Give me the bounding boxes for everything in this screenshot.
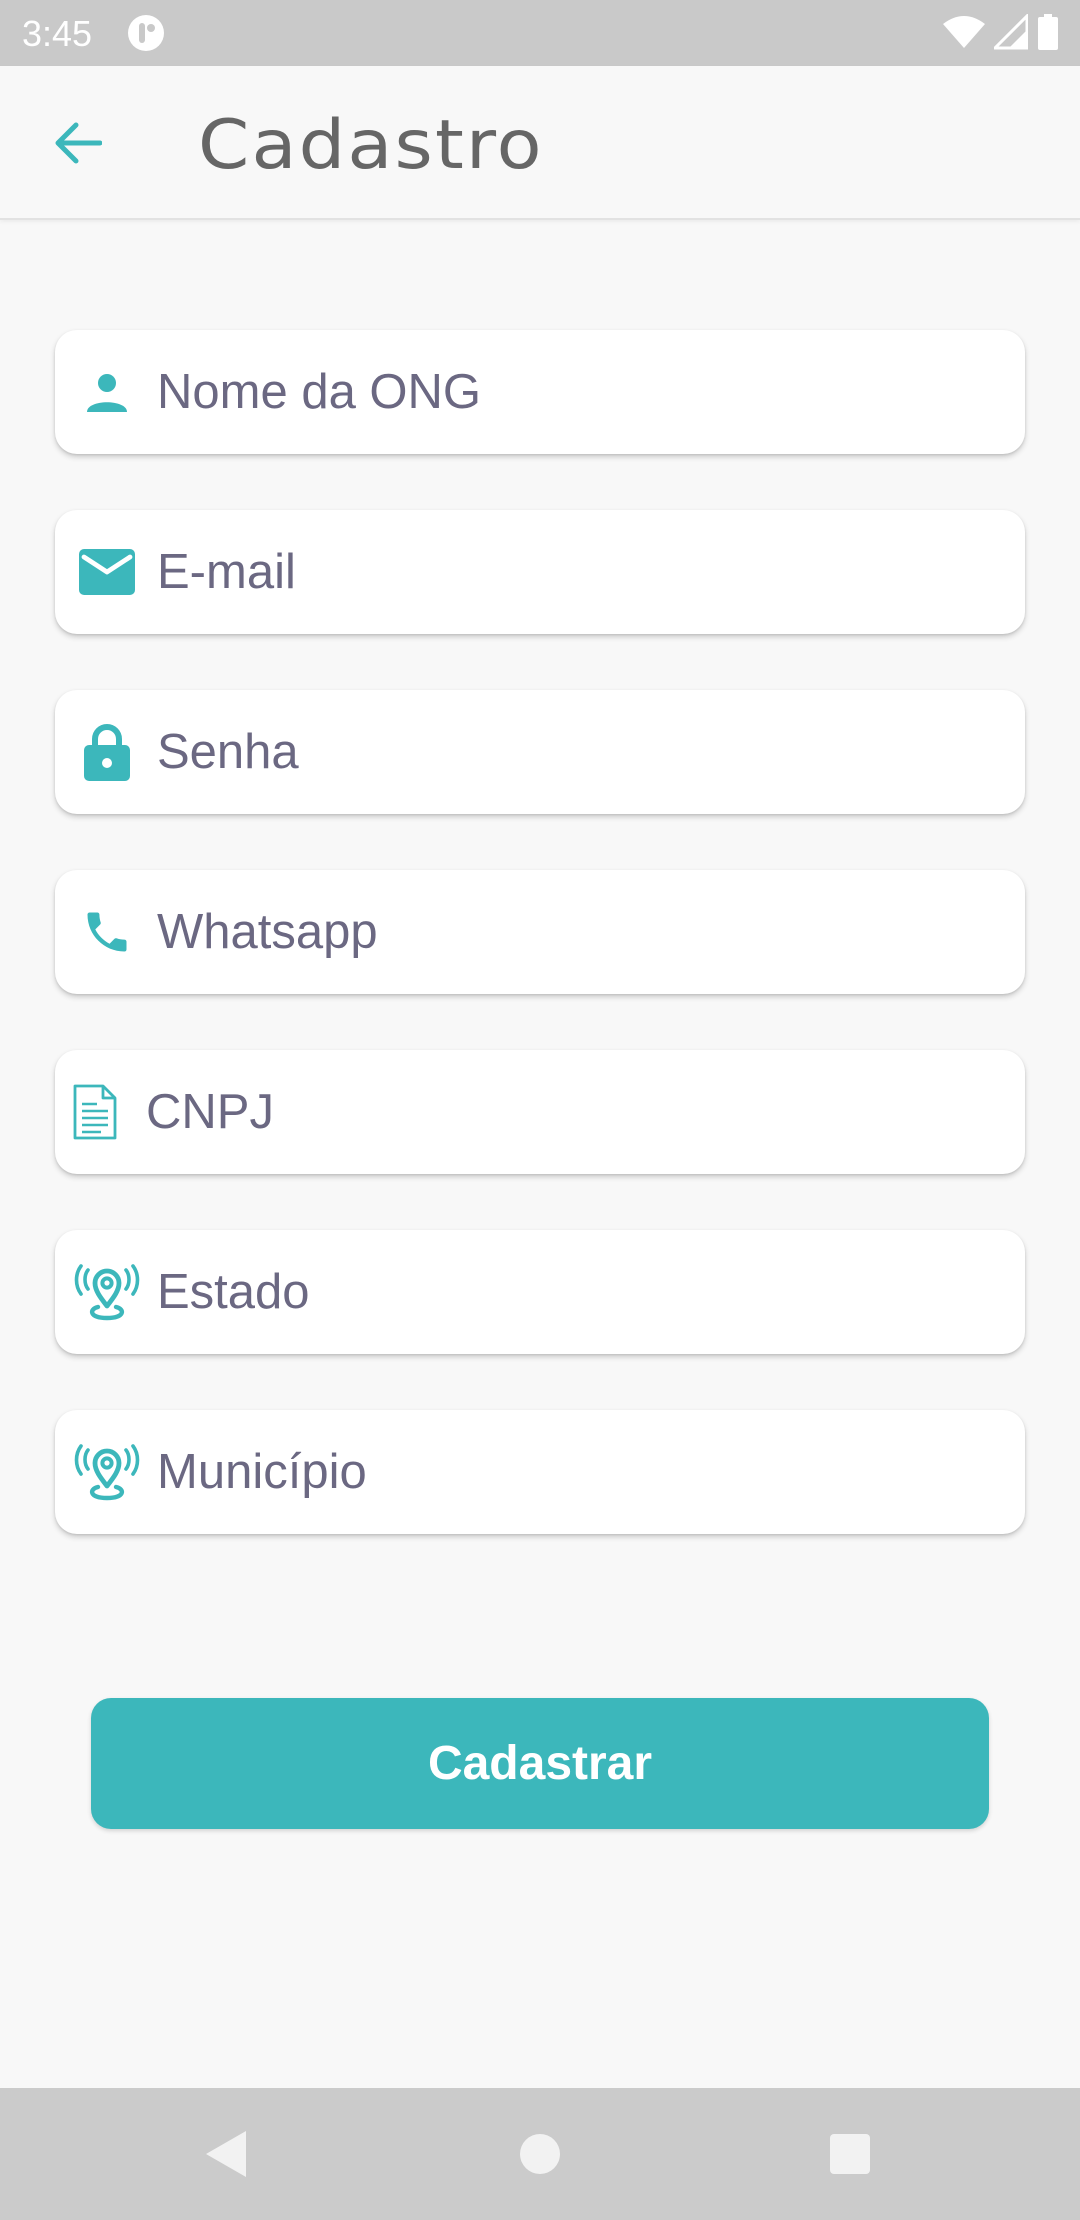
location-pin-icon <box>69 1230 145 1354</box>
square-recents-icon <box>830 2134 870 2174</box>
circle-home-icon <box>520 2134 560 2174</box>
ong-name-field[interactable] <box>55 330 1025 454</box>
person-icon <box>69 330 145 454</box>
cellular-signal-icon <box>994 14 1028 50</box>
wifi-icon <box>943 16 985 48</box>
whatsapp-field[interactable] <box>55 870 1025 994</box>
registration-form <box>55 330 1025 1590</box>
password-field[interactable] <box>55 690 1025 814</box>
ong-name-input[interactable] <box>157 330 997 454</box>
state-field[interactable] <box>55 1230 1025 1354</box>
cnpj-input[interactable] <box>146 1050 986 1174</box>
lock-icon <box>69 690 145 814</box>
mail-icon <box>69 510 145 634</box>
battery-icon <box>1038 14 1058 50</box>
state-input[interactable] <box>157 1230 997 1354</box>
arrow-left-icon <box>55 122 102 164</box>
document-icon <box>57 1050 133 1174</box>
app-bar: Cadastro <box>0 66 1080 220</box>
cnpj-field[interactable] <box>55 1050 1025 1174</box>
register-button[interactable]: Cadastrar <box>91 1698 989 1829</box>
location-pin-icon <box>69 1410 145 1534</box>
system-nav-bar <box>0 2088 1080 2220</box>
status-time: 3:45 <box>22 13 93 54</box>
city-input[interactable] <box>157 1410 997 1534</box>
whatsapp-input[interactable] <box>157 870 997 994</box>
nav-back-button[interactable] <box>196 2124 256 2184</box>
nav-home-button[interactable] <box>510 2124 570 2184</box>
page-title: Cadastro <box>198 106 544 185</box>
city-field[interactable] <box>55 1410 1025 1534</box>
back-button[interactable] <box>38 110 118 176</box>
phone-icon <box>69 870 145 994</box>
triangle-back-icon <box>206 2131 246 2177</box>
email-input[interactable] <box>157 510 997 634</box>
password-input[interactable] <box>157 690 997 814</box>
email-field[interactable] <box>55 510 1025 634</box>
notification-app-icon <box>128 15 164 51</box>
nav-recents-button[interactable] <box>820 2124 880 2184</box>
status-bar: 3:45 <box>0 0 1080 66</box>
